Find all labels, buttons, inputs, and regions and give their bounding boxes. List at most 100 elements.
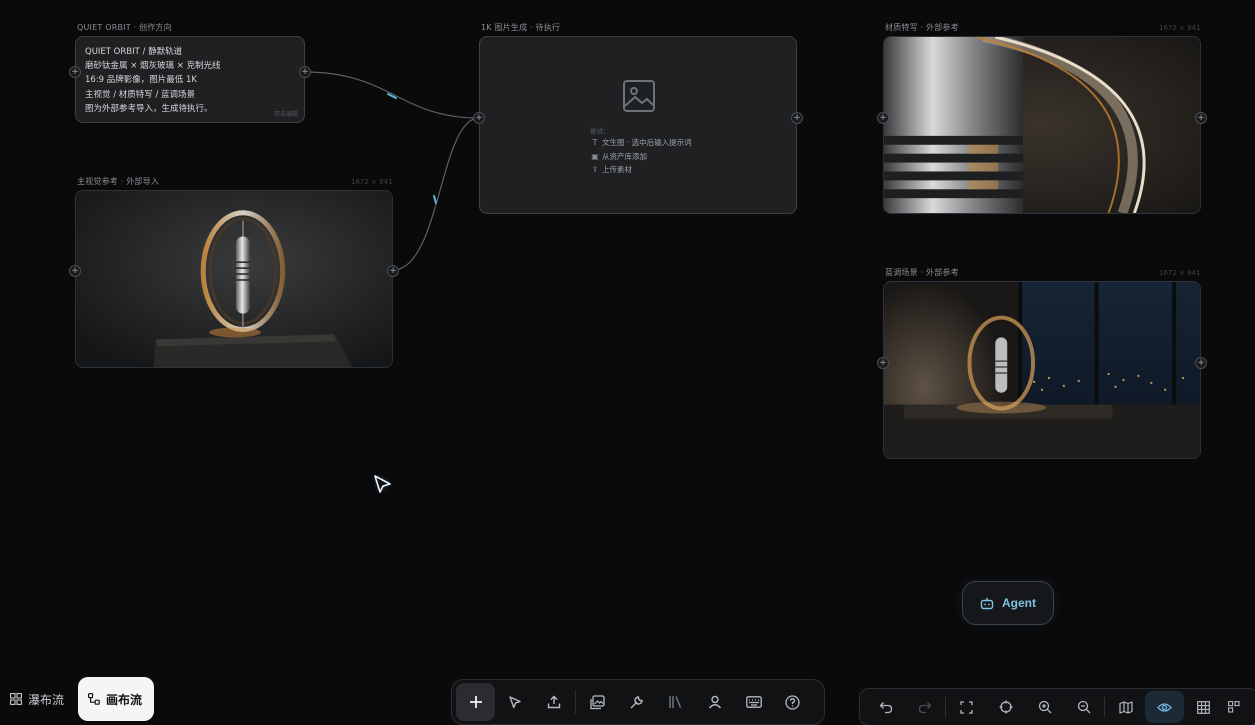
brief-text-node[interactable]: QUIET ORBIT / 静默轨道 磨砂钛金属 × 烟灰玻璃 × 克制光线 1…	[75, 36, 305, 123]
user-icon	[708, 695, 721, 709]
material-input-port[interactable]: +	[877, 112, 889, 124]
zoom-out-icon	[1077, 700, 1090, 714]
eye-icon	[1157, 702, 1172, 712]
option-upload[interactable]: ⇪ 上传素材	[590, 164, 632, 175]
select-cursor-icon	[508, 696, 521, 709]
image-gallery-icon	[590, 694, 605, 709]
main-toolbar	[451, 679, 825, 725]
scene-input-port[interactable]: +	[877, 357, 889, 369]
generator-output-port[interactable]: +	[791, 112, 803, 124]
wrench-icon	[630, 695, 643, 708]
more-grid-icon	[1228, 701, 1240, 713]
brief-input-port[interactable]: +	[69, 66, 81, 78]
upload-icon: ⇪	[591, 165, 599, 174]
brief-line: 主视觉 / 材质特写 / 蓝调场景	[85, 89, 196, 100]
image-placeholder-icon	[623, 80, 655, 112]
brief-text: QUIET ORBIT / 静默轨道 磨砂钛金属 × 烟灰玻璃 × 克制光线 1…	[85, 45, 221, 116]
hero-output-port[interactable]: +	[387, 265, 399, 277]
undo-button[interactable]	[866, 691, 905, 723]
redo-icon	[918, 701, 931, 713]
hero-reference-image	[76, 191, 392, 367]
hero-node-title: 主视觉参考 · 外部导入	[77, 177, 160, 186]
scene-image-node[interactable]	[883, 281, 1201, 459]
generator-input-port[interactable]: +	[473, 112, 485, 124]
material-node-title: 材质特写 · 外部参考	[885, 23, 959, 32]
preview-toggle-button[interactable]	[1145, 691, 1184, 723]
grid-table-icon	[1197, 700, 1210, 714]
keyboard-icon	[745, 696, 762, 708]
hero-node-dimensions: 1672 × 941	[351, 178, 393, 186]
agent-label: Agent	[1002, 596, 1036, 610]
help-icon	[785, 694, 800, 710]
grid-icon	[10, 693, 22, 705]
fit-screen-button[interactable]	[947, 691, 986, 723]
upload-icon	[547, 695, 560, 709]
image-add-icon: ▣	[591, 152, 599, 161]
robot-icon	[980, 597, 994, 609]
library-button[interactable]	[656, 683, 695, 721]
zoom-in-icon	[1038, 700, 1051, 714]
locate-button[interactable]	[986, 691, 1025, 723]
grid-toggle-button[interactable]	[1184, 691, 1223, 723]
undo-icon	[879, 701, 892, 713]
brief-line: 磨砂钛金属 × 烟灰玻璃 × 克制光线	[85, 61, 221, 72]
brief-line: 16:9 品牌影像，图片最低 1K	[85, 75, 197, 86]
profile-button[interactable]	[695, 683, 734, 721]
text-icon: T	[592, 138, 598, 147]
option-add-from-assets[interactable]: ▣ 从资产库添加	[590, 151, 647, 162]
scene-node-dimensions: 1672 × 941	[1159, 269, 1201, 277]
canvas[interactable]: QUIET ORBIT · 创作方向 QUIET ORBIT / 静默轨道 磨砂…	[0, 0, 1255, 725]
option-text-to-image[interactable]: T 文生图 · 选中后输入提示词	[590, 137, 692, 148]
select-tool-button[interactable]	[495, 683, 534, 721]
scene-output-port[interactable]: +	[1195, 357, 1207, 369]
toolbar-divider	[575, 690, 576, 714]
add-node-button[interactable]	[456, 683, 495, 721]
redo-button[interactable]	[905, 691, 944, 723]
wire-flow-pulse	[387, 93, 397, 99]
image-generator-node[interactable]: 尝试： T 文生图 · 选中后输入提示词 ▣ 从资产库添加 ⇪ 上传素材	[479, 36, 797, 214]
brief-node-title: QUIET ORBIT · 创作方向	[77, 23, 172, 32]
view-switcher: 瀑布流 画布流	[0, 677, 154, 725]
controls-divider	[1104, 697, 1105, 717]
material-output-port[interactable]: +	[1195, 112, 1207, 124]
option-label: 从资产库添加	[602, 152, 647, 161]
scene-node-title: 蓝调场景 · 外部参考	[885, 268, 959, 277]
help-button[interactable]	[773, 683, 812, 721]
wire-flow-pulse	[433, 195, 437, 204]
agent-button[interactable]: Agent	[962, 581, 1054, 625]
brief-line: 图为外部参考导入，生成待执行。	[85, 103, 213, 114]
view-canvas-label: 画布流	[106, 692, 143, 707]
shortcuts-button[interactable]	[734, 683, 773, 721]
add-icon	[469, 696, 482, 708]
option-label: 上传素材	[602, 165, 632, 174]
view-canvas-button[interactable]: 画布流	[78, 677, 154, 721]
zoom-out-button[interactable]	[1064, 691, 1103, 723]
view-waterfall-label: 瀑布流	[28, 692, 65, 707]
controls-divider	[945, 697, 946, 717]
more-options-button[interactable]	[1223, 691, 1245, 723]
image-gallery-button[interactable]	[578, 683, 617, 721]
library-icon	[669, 696, 682, 708]
canvas-controls	[859, 688, 1255, 725]
fit-screen-icon	[960, 700, 973, 714]
locate-icon	[999, 700, 1012, 714]
hero-input-port[interactable]: +	[69, 265, 81, 277]
material-image-node[interactable]	[883, 36, 1201, 214]
wire-brief-to-generator	[304, 71, 480, 119]
view-waterfall-button[interactable]: 瀑布流	[0, 677, 78, 721]
option-label: 文生图 · 选中后输入提示词	[602, 138, 692, 147]
generator-node-title: 1K 图片生成 · 待执行	[481, 23, 561, 32]
flow-icon	[88, 693, 100, 705]
zoom-in-button[interactable]	[1025, 691, 1064, 723]
edit-hint: 双击编辑	[273, 111, 298, 118]
hero-image-node[interactable]	[75, 190, 393, 368]
scene-reference-image	[884, 282, 1200, 458]
material-reference-image	[884, 37, 1200, 213]
brief-output-port[interactable]: +	[299, 66, 311, 78]
minimap-icon	[1118, 700, 1133, 714]
tools-button[interactable]	[617, 683, 656, 721]
upload-button[interactable]	[534, 683, 573, 721]
brief-line: QUIET ORBIT / 静默轨道	[85, 47, 183, 57]
minimap-button[interactable]	[1106, 691, 1145, 723]
material-node-dimensions: 1672 × 941	[1159, 24, 1201, 32]
